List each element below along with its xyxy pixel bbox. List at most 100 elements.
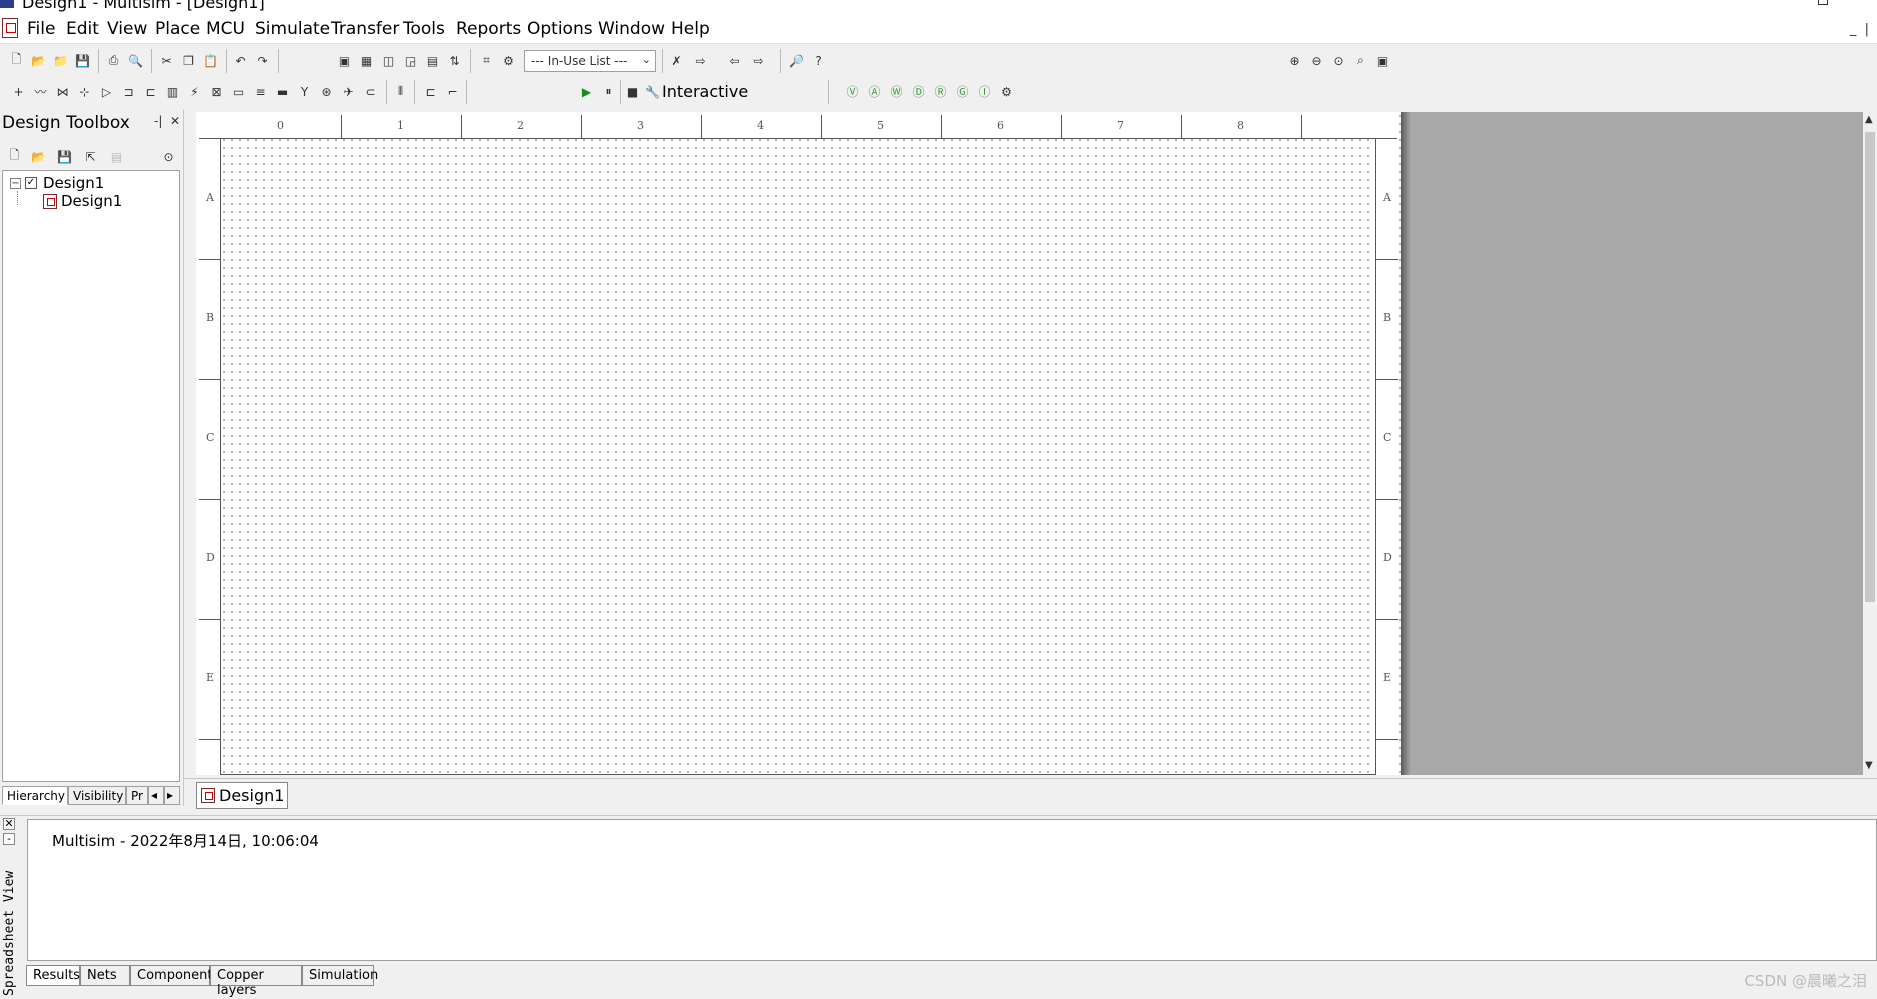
- copy-icon[interactable]: ❐: [180, 52, 197, 69]
- menu-options[interactable]: Options: [527, 19, 593, 39]
- cmos-component-icon[interactable]: ⊏: [142, 83, 159, 100]
- new-file-icon[interactable]: 🗋: [8, 52, 25, 69]
- run-simulation-icon[interactable]: ▶: [578, 83, 595, 100]
- tab-design1[interactable]: Design1: [196, 782, 288, 809]
- power-component-icon[interactable]: ▬: [274, 83, 291, 100]
- checkbox-icon[interactable]: ✓: [25, 177, 37, 189]
- probe-current-icon[interactable]: Ⓐ: [866, 83, 883, 100]
- tab-components[interactable]: Components: [130, 965, 219, 986]
- spreadsheet-view-icon[interactable]: ▦: [358, 52, 375, 69]
- probe-voltage-ref-icon[interactable]: Ⓡ: [932, 83, 949, 100]
- ni-component-icon[interactable]: ✈: [340, 83, 357, 100]
- project-view-icon[interactable]: ⊙: [160, 148, 177, 165]
- new-design-icon[interactable]: 🗋: [6, 148, 23, 165]
- transfer-icon[interactable]: ⇨: [692, 52, 709, 69]
- indicator-component-icon[interactable]: ▭: [230, 83, 247, 100]
- mixed-component-icon[interactable]: ⊠: [208, 83, 225, 100]
- menu-place[interactable]: Place: [155, 19, 200, 39]
- tab-visibility[interactable]: Visibility: [68, 786, 126, 805]
- delete-design-icon[interactable]: ▤: [108, 148, 125, 165]
- close-icon[interactable]: ✕: [3, 818, 15, 830]
- probe-differential-icon[interactable]: Ⓓ: [910, 83, 927, 100]
- tab-nets[interactable]: Nets: [80, 965, 130, 986]
- erc-icon[interactable]: ✗: [668, 52, 685, 69]
- stop-simulation-icon[interactable]: ■: [624, 83, 641, 100]
- menu-mcu[interactable]: MCU: [206, 19, 245, 39]
- tab-simulation[interactable]: Simulation: [302, 965, 378, 986]
- dock-icon[interactable]: -|: [154, 114, 162, 128]
- undo-icon[interactable]: ↶: [232, 52, 249, 69]
- tree-item-root[interactable]: − ✓ Design1: [10, 174, 104, 192]
- hierarchical-block-icon[interactable]: ⫴: [392, 83, 409, 100]
- open-folder-icon[interactable]: 📂: [30, 52, 47, 69]
- menu-help[interactable]: Help: [671, 19, 710, 39]
- tab-copper-layers[interactable]: Copper layers: [210, 965, 302, 998]
- connector-component-icon[interactable]: ⊂: [362, 83, 379, 100]
- in-use-list-dropdown[interactable]: --- In-Use List --- ⌄: [524, 50, 656, 72]
- print-preview-icon[interactable]: 🔍: [127, 52, 144, 69]
- place-wire-icon[interactable]: ⌐: [444, 83, 461, 100]
- sim-database-icon[interactable]: ◫: [380, 52, 397, 69]
- document-icon[interactable]: [2, 18, 18, 38]
- save-design-icon[interactable]: 💾: [56, 148, 73, 165]
- ttl-component-icon[interactable]: ⊐: [120, 83, 137, 100]
- probe-voltage-icon[interactable]: Ⓥ: [844, 83, 861, 100]
- place-bus-icon[interactable]: ⊏: [422, 83, 439, 100]
- database-manager-icon[interactable]: ⇅: [446, 52, 463, 69]
- misc-component-icon[interactable]: ≡: [252, 83, 269, 100]
- mdi-minimize-icon[interactable]: _ |: [1850, 22, 1869, 37]
- dock-icon[interactable]: -: [3, 833, 15, 845]
- source-component-icon[interactable]: +: [10, 83, 27, 100]
- menu-simulate[interactable]: Simulate: [255, 19, 330, 39]
- tree-item-child[interactable]: Design1: [43, 192, 122, 210]
- open-design-icon[interactable]: 📂: [30, 148, 47, 165]
- menu-window[interactable]: Window: [598, 19, 665, 39]
- probe-settings-icon[interactable]: ⚙: [998, 83, 1015, 100]
- find-examples-icon[interactable]: 🔎: [788, 52, 805, 69]
- print-icon[interactable]: ⎙: [105, 52, 122, 69]
- grapher-icon[interactable]: ◲: [402, 52, 419, 69]
- interactive-mode-label[interactable]: Interactive: [662, 82, 748, 101]
- pause-simulation-icon[interactable]: ⏸: [600, 83, 617, 100]
- analog-component-icon[interactable]: ▷: [98, 83, 115, 100]
- schematic-workspace[interactable]: 0 1 2 3 4 5 6 7 8 A B C D E A B C D E: [196, 112, 1863, 775]
- open-sample-icon[interactable]: 📁: [52, 52, 69, 69]
- tab-hierarchy[interactable]: Hierarchy: [2, 786, 68, 805]
- menu-tools[interactable]: Tools: [403, 19, 445, 39]
- transistor-component-icon[interactable]: ⊹: [76, 83, 93, 100]
- zoom-area-icon[interactable]: ⊙: [1330, 52, 1347, 69]
- diode-component-icon[interactable]: ⋈: [54, 83, 71, 100]
- menu-reports[interactable]: Reports: [456, 19, 521, 39]
- help-icon[interactable]: ?: [810, 52, 827, 69]
- redo-icon[interactable]: ↷: [254, 52, 271, 69]
- probe-digital-icon[interactable]: Ⓖ: [954, 83, 971, 100]
- scroll-up-icon[interactable]: ▲: [1865, 114, 1873, 125]
- scroll-thumb[interactable]: [1865, 132, 1875, 602]
- zoom-out-icon[interactable]: ⊖: [1308, 52, 1325, 69]
- close-design-icon[interactable]: ⇱: [82, 148, 99, 165]
- rf-component-icon[interactable]: Y: [296, 83, 313, 100]
- tab-results[interactable]: Results: [26, 965, 80, 986]
- menu-file[interactable]: File: [27, 19, 55, 39]
- full-screen-icon[interactable]: ▣: [1374, 52, 1391, 69]
- mcu-component-icon[interactable]: ▥: [164, 83, 181, 100]
- electromechanical-icon[interactable]: ⊛: [318, 83, 335, 100]
- component-wizard-icon[interactable]: ▤: [424, 52, 441, 69]
- basic-component-icon[interactable]: 〰: [32, 83, 49, 100]
- collapse-icon[interactable]: −: [10, 177, 21, 189]
- back-annotate-icon[interactable]: ⇦: [726, 52, 743, 69]
- menu-edit[interactable]: Edit: [66, 19, 99, 39]
- vertical-scrollbar[interactable]: ▲ ▼: [1863, 112, 1877, 775]
- menu-view[interactable]: View: [107, 19, 147, 39]
- schematic-sheet[interactable]: 0 1 2 3 4 5 6 7 8 A B C D E A B C D E: [196, 112, 1401, 775]
- electrical-rules-icon[interactable]: ⚙: [500, 52, 517, 69]
- restore-window-icon[interactable]: [1818, 0, 1828, 5]
- advanced-peripherals-icon[interactable]: ⚡: [186, 83, 203, 100]
- scroll-down-icon[interactable]: ▼: [1865, 760, 1873, 771]
- zoom-in-icon[interactable]: ⊕: [1286, 52, 1303, 69]
- save-icon[interactable]: 💾: [74, 52, 91, 69]
- tab-project-view[interactable]: Pr: [126, 786, 148, 805]
- place-component-icon[interactable]: ⌗: [478, 52, 495, 69]
- tab-scroll-right-icon[interactable]: ▸: [164, 786, 180, 805]
- probe-power-icon[interactable]: Ⓦ: [888, 83, 905, 100]
